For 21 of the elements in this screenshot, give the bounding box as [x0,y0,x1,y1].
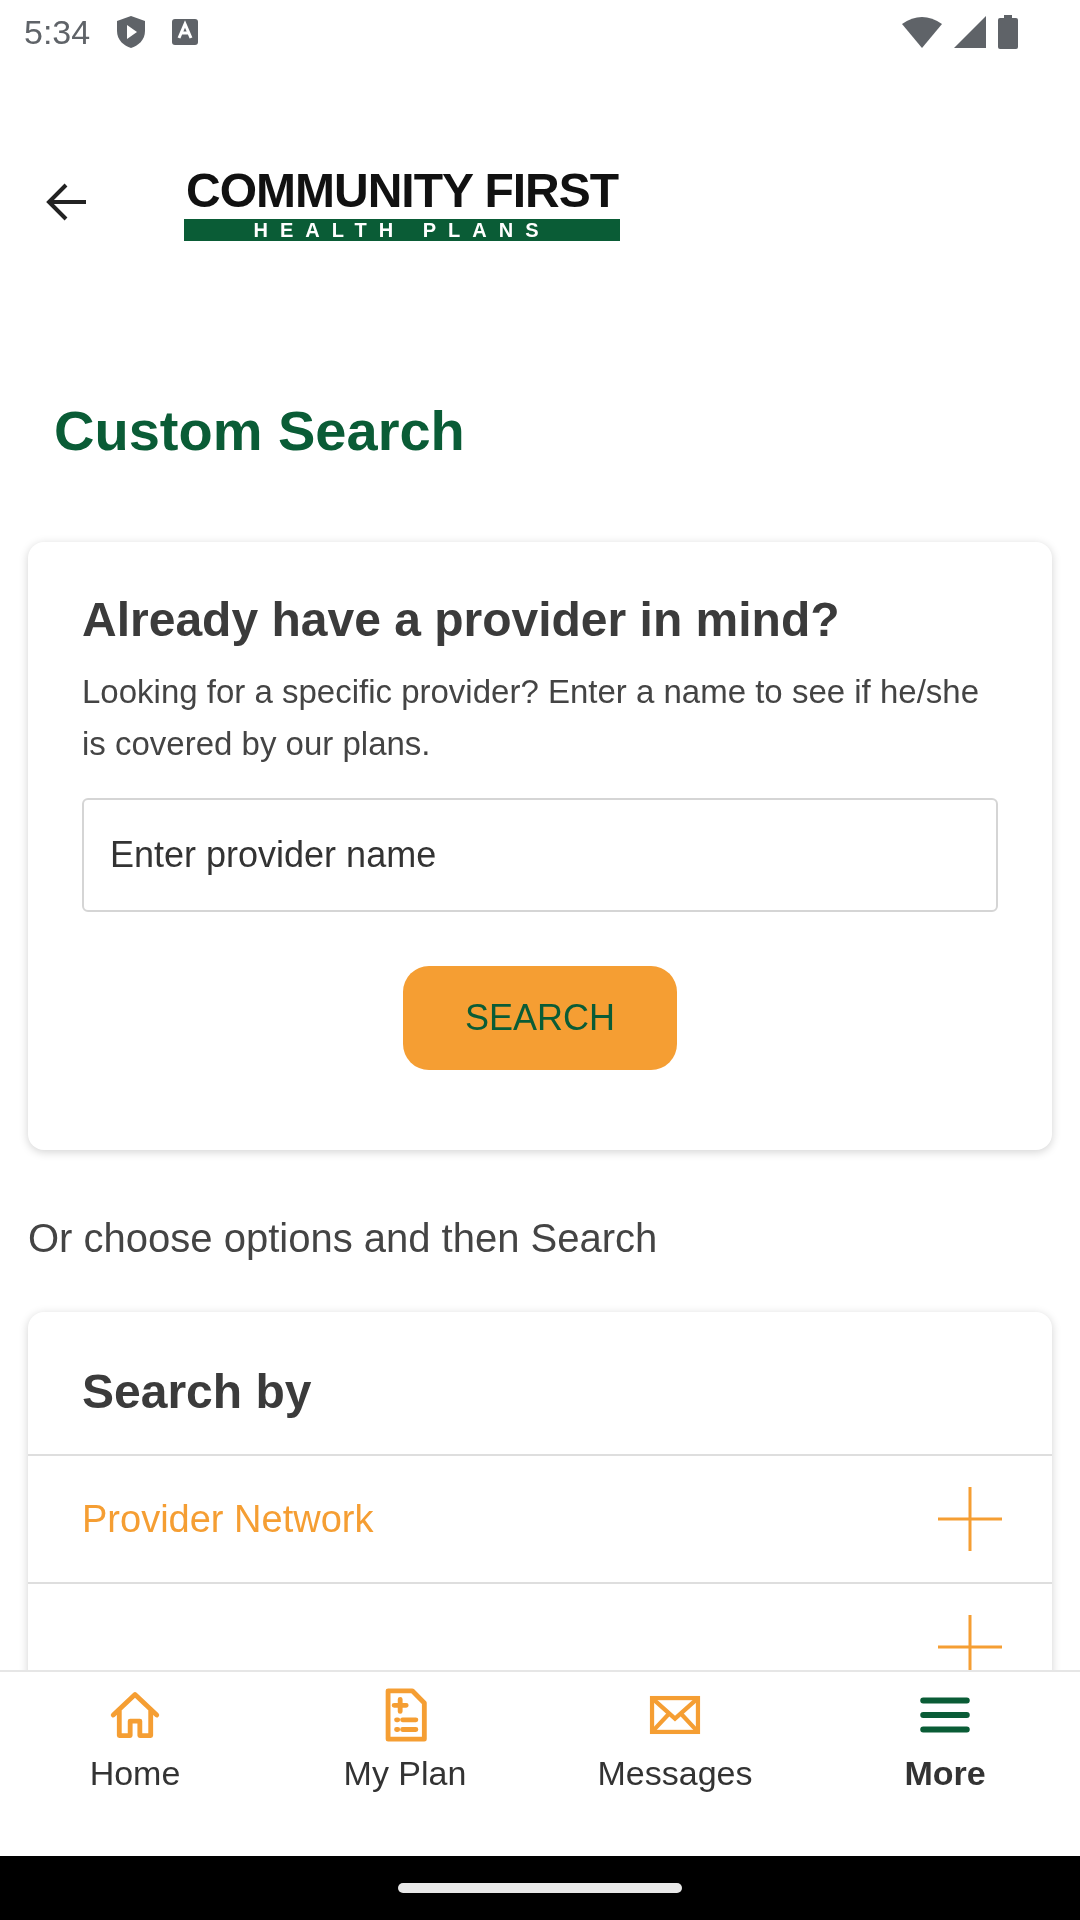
wifi-icon [902,16,942,48]
search-button[interactable]: SEARCH [403,966,677,1070]
logo: COMMUNITY FIRST HEALTH PLANS [184,163,621,241]
options-hint: Or choose options and then Search [28,1215,659,1262]
battery-icon [998,15,1018,49]
accordion-label: Provider Network [82,1497,374,1541]
nav-tab[interactable]: More [810,1672,1080,1856]
provider-name-field[interactable]: Enter provider name [82,798,998,912]
nav-tab[interactable]: Home [0,1672,270,1856]
plus-icon[interactable] [938,1487,1002,1551]
status-time: 5:34 [24,12,91,52]
keyboard-icon [172,19,199,45]
shield-icon [116,15,147,49]
plus-icon[interactable] [938,1615,1002,1670]
card-heading: Already have a provider in mind? [82,592,841,648]
card-description: Looking for a specific provider? Enter a name to see if he/she is covered by our plans. [82,672,980,764]
nav-tab[interactable]: Messages [540,1672,810,1856]
nav-tab[interactable]: My Plan [270,1672,540,1856]
signal-icon [954,16,986,48]
card-heading: Search by [81,1364,313,1420]
page-title: Custom Search [54,398,466,464]
